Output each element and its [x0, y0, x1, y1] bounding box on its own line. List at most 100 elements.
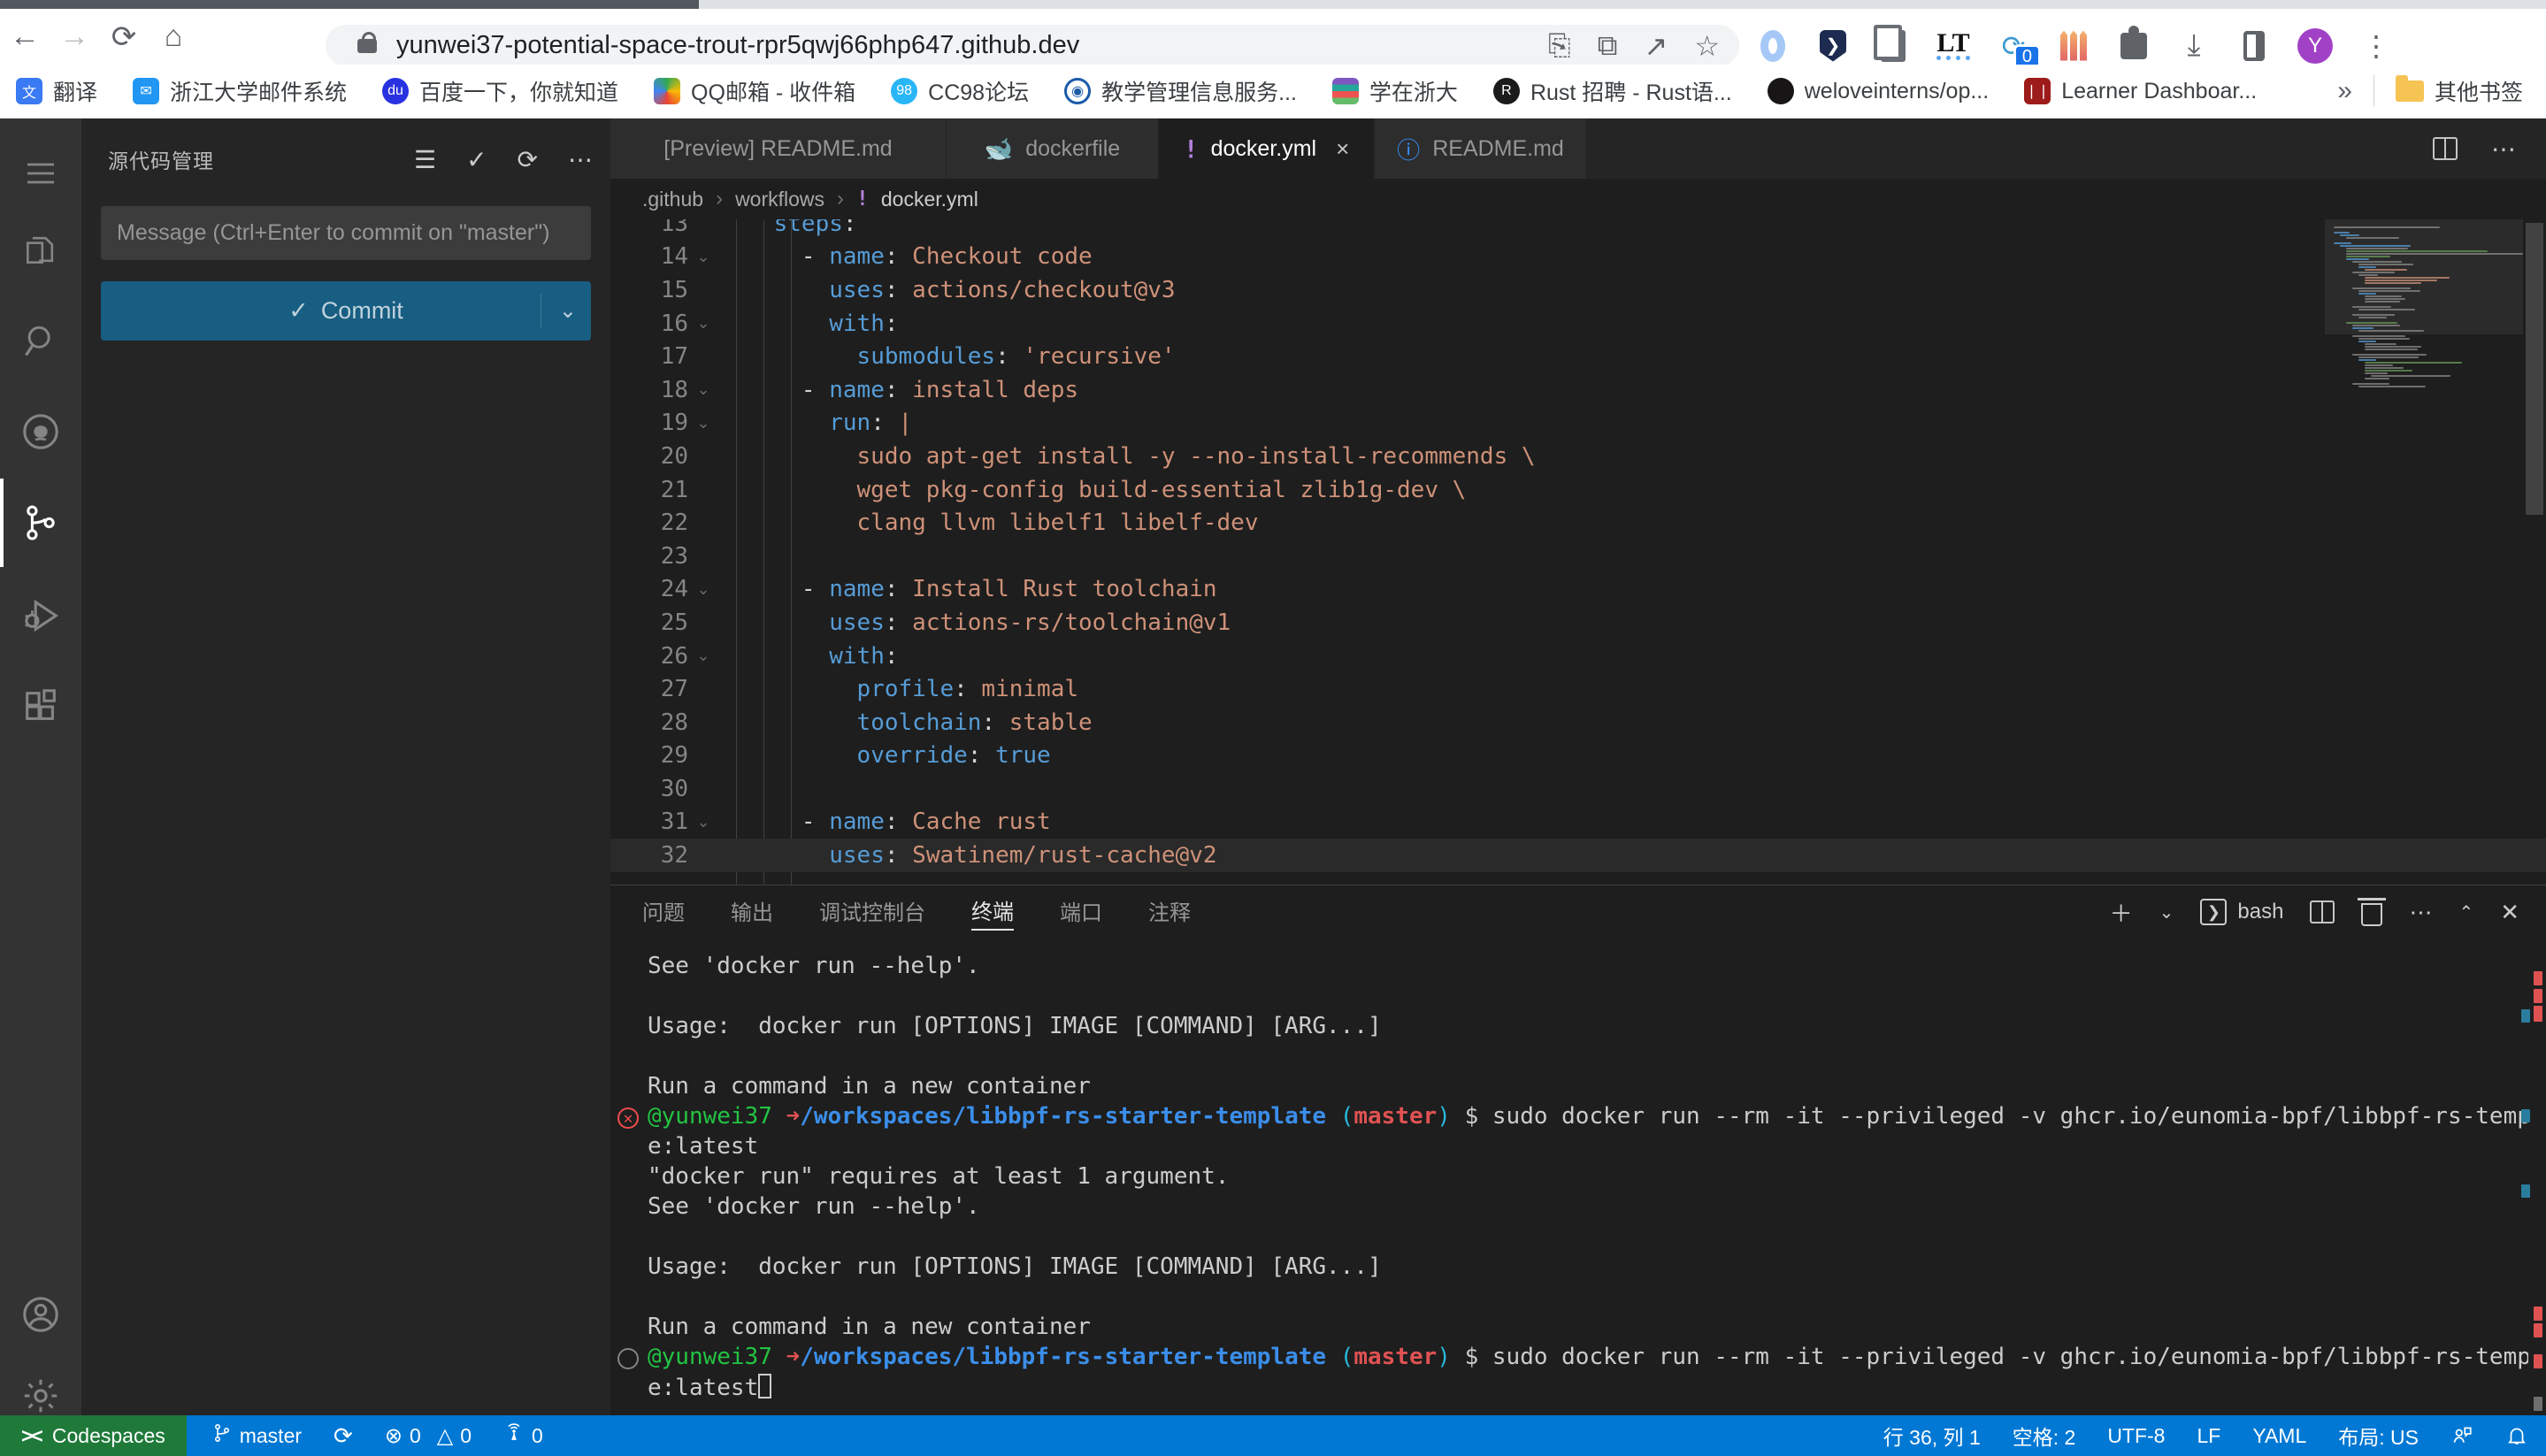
commit-dropdown-icon[interactable]: ⌄ — [559, 298, 577, 324]
reading-pane-icon[interactable] — [2237, 29, 2271, 63]
share-icon[interactable]: ↗ — [1645, 29, 1668, 63]
extensions-icon[interactable] — [0, 668, 81, 746]
code-line[interactable]: 19⌄ run: | — [610, 407, 2546, 441]
bookmark-item[interactable]: ◉教学管理信息服务... — [1064, 75, 1297, 107]
tab-close-icon[interactable]: × — [1336, 135, 1349, 163]
extensions-puzzle-icon[interactable] — [2117, 29, 2151, 63]
terminal-output[interactable]: See 'docker run --help'.Usage: docker ru… — [610, 953, 2528, 1404]
bookmark-item[interactable]: du百度一下，你就知道 — [382, 75, 618, 107]
eol-sequence[interactable]: LF — [2197, 1424, 2220, 1448]
fold-chevron-icon[interactable]: ⌄ — [688, 813, 718, 831]
commit-message-input[interactable] — [101, 206, 591, 260]
url-text[interactable]: yunwei37-potential-space-trout-rpr5qwj66… — [396, 31, 1079, 60]
terminal-shell-badge[interactable]: ❯ bash — [2200, 899, 2283, 925]
sync-status[interactable]: ⟳ — [334, 1422, 353, 1450]
close-panel-icon[interactable]: ✕ — [2500, 899, 2519, 926]
ext-crayons-icon[interactable] — [2057, 29, 2090, 63]
search-icon[interactable] — [0, 302, 81, 379]
bookmark-item[interactable]: ✉浙江大学邮件系统 — [133, 75, 347, 107]
account-icon[interactable] — [0, 1276, 81, 1353]
ext-pages-icon[interactable] — [1876, 29, 1910, 63]
code-line[interactable]: 17 submodules: 'recursive' — [610, 340, 2546, 373]
fold-chevron-icon[interactable]: ⌄ — [688, 414, 718, 433]
view-as-list-icon[interactable]: ☰ — [414, 145, 436, 174]
indentation[interactable]: 空格: 2 — [2013, 1421, 2076, 1451]
downloads-icon[interactable]: ⤓ — [2177, 29, 2211, 63]
back-icon[interactable]: ← — [0, 17, 50, 57]
panel-tab-问题[interactable]: 问题 — [642, 895, 685, 930]
panel-tab-输出[interactable]: 输出 — [731, 895, 773, 930]
code-line[interactable]: 26⌄ with: — [610, 640, 2546, 673]
code-line[interactable]: 22 clang llvm libelf1 libelf-dev — [610, 506, 2546, 540]
bookmark-item[interactable]: QQ邮箱 - 收件箱 — [654, 75, 855, 107]
source-control-icon[interactable] — [0, 484, 81, 562]
lock-icon[interactable] — [357, 39, 377, 53]
encoding[interactable]: UTF-8 — [2107, 1424, 2165, 1448]
code-line[interactable]: 15 uses: actions/checkout@v3 — [610, 273, 2546, 307]
scrollbar-thumb[interactable] — [2526, 223, 2543, 515]
panel-tab-注释[interactable]: 注释 — [1148, 895, 1191, 930]
minimap[interactable] — [2325, 219, 2523, 885]
code-line[interactable]: 14⌄ - name: Checkout code — [610, 241, 2546, 274]
code-line[interactable]: 13 steps: — [610, 219, 2546, 241]
tab-preview-readme[interactable]: [Preview] README.md — [610, 119, 947, 179]
profile-avatar[interactable]: Y — [2297, 28, 2333, 64]
forward-icon[interactable]: → — [50, 17, 99, 57]
code-line[interactable]: 16⌄ with: — [610, 307, 2546, 341]
bookmark-item[interactable]: 98CC98论坛 — [891, 75, 1029, 107]
explorer-icon[interactable] — [0, 211, 81, 288]
split-editor-icon[interactable] — [2433, 137, 2458, 160]
code-line[interactable]: 21 wget pkg-config build-essential zlib1… — [610, 473, 2546, 507]
branch-indicator[interactable]: master — [211, 1422, 302, 1449]
fold-chevron-icon[interactable]: ⌄ — [688, 248, 718, 266]
code-line[interactable]: 29 override: true — [610, 739, 2546, 773]
problems-indicator[interactable]: ⊗0 △0 — [385, 1423, 472, 1449]
bookmark-item[interactable]: RRust 招聘 - Rust语... — [1493, 75, 1732, 107]
commit-button[interactable]: ✓ Commit ⌄ — [101, 281, 591, 341]
github-icon[interactable] — [0, 393, 81, 471]
code-line[interactable]: 25 uses: actions-rs/toolchain@v1 — [610, 606, 2546, 640]
bookmark-item[interactable]: ❘❘Learner Dashboar... — [2024, 78, 2257, 104]
fold-chevron-icon[interactable]: ⌄ — [688, 580, 718, 599]
cursor-position[interactable]: 行 36, 列 1 — [1883, 1421, 1981, 1451]
code-editor[interactable]: 13 steps:14⌄ - name: Checkout code15 use… — [610, 219, 2546, 885]
browser-menu-icon[interactable]: ⋮ — [2359, 29, 2393, 63]
fold-chevron-icon[interactable]: ⌄ — [688, 380, 718, 399]
tab-dockerfile[interactable]: 🐋 dockerfile — [947, 119, 1159, 179]
command-idle-icon[interactable] — [617, 1348, 639, 1369]
remote-indicator[interactable]: >< Codespaces — [0, 1415, 187, 1456]
bookmark-item[interactable]: weloveinterns/op... — [1768, 78, 1989, 104]
menu-icon[interactable] — [0, 134, 81, 212]
fold-chevron-icon[interactable]: ⌄ — [688, 647, 718, 665]
code-line[interactable]: 31⌄ - name: Cache rust — [610, 806, 2546, 839]
tab-docker-yml[interactable]: ! docker.yml × — [1159, 119, 1375, 179]
language-mode[interactable]: YAML — [2252, 1424, 2306, 1448]
code-line[interactable]: 27 profile: minimal — [610, 672, 2546, 706]
refresh-icon[interactable]: ⟳ — [518, 145, 538, 174]
code-line[interactable]: 32 uses: Swatinem/rust-cache@v2 — [610, 839, 2546, 872]
scm-more-actions-icon[interactable]: ⋯ — [568, 145, 593, 174]
notifications-bell-icon[interactable] — [2505, 1424, 2528, 1447]
clipboard-icon[interactable]: ⎘ — [1548, 29, 1571, 63]
fold-chevron-icon[interactable]: ⌄ — [688, 314, 718, 333]
new-terminal-icon[interactable]: ＋ — [2110, 896, 2133, 929]
maximize-panel-icon[interactable]: ⌃ — [2458, 901, 2473, 923]
command-failed-icon[interactable]: ✕ — [617, 1107, 639, 1129]
panel-more-actions-icon[interactable]: ⋯ — [2409, 899, 2432, 926]
breadcrumb-folder[interactable]: workflows — [735, 188, 824, 211]
bookmarks-overflow-icon[interactable]: » — [2337, 76, 2352, 106]
bookmark-item[interactable]: 学在浙大 — [1332, 75, 1458, 107]
open-in-window-icon[interactable]: ⧉ — [1598, 29, 1618, 63]
split-terminal-icon[interactable] — [2310, 900, 2335, 923]
ext-oval-icon[interactable] — [1756, 29, 1790, 63]
run-debug-icon[interactable] — [0, 577, 81, 655]
code-line[interactable]: 18⌄ - name: install deps — [610, 373, 2546, 407]
code-line[interactable]: 24⌄ - name: Install Rust toolchain — [610, 573, 2546, 607]
code-line[interactable]: 28 toolchain: stable — [610, 706, 2546, 739]
reload-icon[interactable]: ⟳ — [99, 17, 149, 57]
code-line[interactable]: 20 sudo apt-get install -y --no-install-… — [610, 440, 2546, 473]
bookmark-item[interactable]: 文翻译 — [16, 75, 97, 107]
commit-check-icon[interactable]: ✓ — [466, 145, 487, 174]
ports-indicator[interactable]: 0 — [503, 1422, 543, 1449]
panel-tab-调试控制台[interactable]: 调试控制台 — [819, 895, 925, 930]
